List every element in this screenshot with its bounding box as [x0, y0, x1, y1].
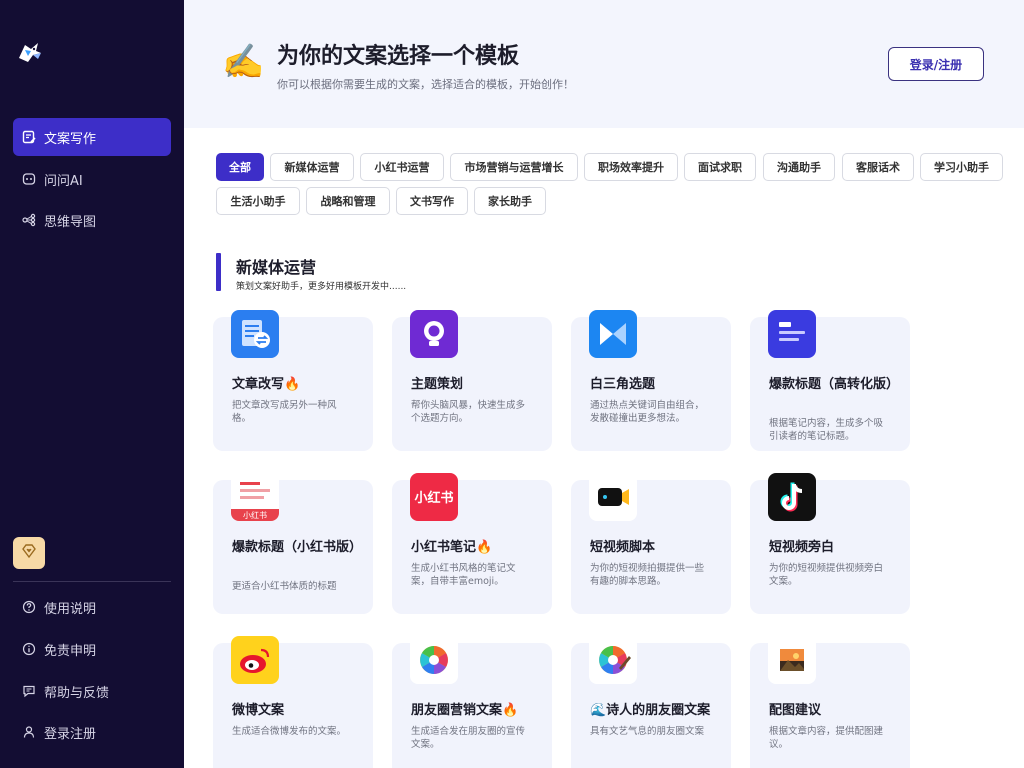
- nav-label: 帮助与反馈: [44, 685, 110, 701]
- card-title: 朋友圈营销文案🔥: [411, 703, 519, 718]
- template-card[interactable]: 朋友圈营销文案🔥 生成适合发在朋友圈的宣传文案。: [392, 636, 552, 768]
- card-description: 根据文章内容，提供配图建议。: [769, 726, 884, 750]
- card-title: 🌊诗人的朋友圈文案: [590, 703, 711, 718]
- feedback-icon: [22, 684, 36, 698]
- filter-chip[interactable]: 小红书运营: [360, 153, 444, 181]
- card-title: 短视频脚本: [590, 540, 656, 555]
- filter-chip[interactable]: 家长助手: [474, 187, 546, 215]
- card-description: 为你的短视频拍摄提供一些有趣的脚本思路。: [590, 563, 705, 587]
- filter-chip[interactable]: 沟通助手: [763, 153, 835, 181]
- xiaohongshu-title-icon: 小红书: [231, 473, 279, 521]
- template-card[interactable]: 微博文案 生成适合微博发布的文案。: [213, 636, 373, 768]
- svg-text:小红书: 小红书: [414, 490, 453, 506]
- moments-icon: [410, 636, 458, 684]
- card-title: 文章改写🔥: [232, 377, 301, 392]
- card-description: 生成适合发在朋友圈的宣传文案。: [411, 726, 526, 750]
- moments-poet-icon: [589, 636, 637, 684]
- card-description: 生成小红书风格的笔记文案，自带丰富emoji。: [411, 563, 516, 587]
- card-description: 通过热点关键词自由组合，发散碰撞出更多想法。: [590, 400, 705, 424]
- nav-label: 文案写作: [44, 131, 97, 147]
- card-title: 配图建议: [769, 703, 822, 718]
- filter-chip[interactable]: 职场效率提升: [584, 153, 678, 181]
- ai-chat-icon: [22, 172, 36, 186]
- card-title: 短视频旁白: [769, 540, 835, 555]
- nav-label: 免责申明: [44, 643, 97, 659]
- weibo-icon: [231, 636, 279, 684]
- nav-item-disclaimer[interactable]: 免责申明: [13, 630, 171, 668]
- vip-button[interactable]: [13, 537, 45, 569]
- template-card[interactable]: 主题策划 帮你头脑风暴，快速生成多个选题方向。: [392, 310, 552, 451]
- filter-chip[interactable]: 学习小助手: [920, 153, 1003, 181]
- template-card[interactable]: 爆款标题（高转化版） 根据笔记内容，生成多个吸引读者的笔记标题。: [750, 310, 910, 451]
- card-description: 把文章改写成另外一种风格。: [232, 400, 337, 424]
- card-title: 爆款标题（高转化版）: [769, 377, 900, 392]
- nav-item-copywriting[interactable]: 文案写作: [13, 118, 171, 156]
- card-description: 具有文艺气息的朋友圈文案: [590, 726, 705, 737]
- template-card[interactable]: 小红书 小红书笔记🔥 生成小红书风格的笔记文案，自带丰富emoji。: [392, 473, 552, 614]
- card-description: 为你的短视频提供视频旁白文案。: [769, 563, 884, 587]
- section-subtitle: 策划文案好助手，更多好用模板开发中......: [236, 282, 407, 292]
- xiaohongshu-logo-icon: 小红书: [410, 473, 458, 521]
- template-card[interactable]: 配图建议 根据文章内容，提供配图建议。: [750, 636, 910, 768]
- card-description: 根据笔记内容，生成多个吸引读者的笔记标题。: [769, 418, 884, 442]
- template-card[interactable]: 小红书 爆款标题（小红书版） 更适合小红书体质的标题: [213, 473, 373, 614]
- filter-chip[interactable]: 面试求职: [684, 153, 756, 181]
- nav-label: 问问AI: [44, 173, 83, 189]
- nav-label: 登录注册: [44, 726, 97, 742]
- tiktok-icon: [768, 473, 816, 521]
- login-register-button[interactable]: 登录/注册: [888, 47, 984, 81]
- page-subtitle: 你可以根据你需要生成的文案，选择适合的模板，开始创作！: [277, 78, 574, 91]
- card-title: 白三角选题: [590, 377, 656, 392]
- info-circle-icon: [22, 642, 36, 656]
- sidebar-divider: [13, 581, 171, 582]
- nav-label: 使用说明: [44, 601, 97, 617]
- article-rewrite-icon: [231, 310, 279, 358]
- template-card[interactable]: 短视频旁白 为你的短视频提供视频旁白文案。: [750, 473, 910, 614]
- lightbulb-icon: [410, 310, 458, 358]
- card-description: 更适合小红书体质的标题: [232, 581, 337, 592]
- card-description: 生成适合微博发布的文案。: [232, 726, 347, 737]
- nav-item-instructions[interactable]: 使用说明: [13, 588, 171, 626]
- writing-hand-icon: ✍️: [222, 42, 265, 82]
- headline-icon: [768, 310, 816, 358]
- mindmap-icon: [22, 213, 36, 227]
- nav-item-mindmap[interactable]: 思维导图: [13, 201, 171, 239]
- svg-text:小红书: 小红书: [243, 510, 267, 520]
- filter-chip-all[interactable]: 全部: [216, 153, 264, 181]
- nav-label: 思维导图: [44, 214, 97, 230]
- section-title: 新媒体运营: [236, 258, 317, 277]
- user-icon: [22, 725, 36, 739]
- page-title: 为你的文案选择一个模板: [277, 44, 520, 69]
- image-icon: [768, 636, 816, 684]
- video-camera-icon: [589, 473, 637, 521]
- help-circle-icon: [22, 600, 36, 614]
- template-card[interactable]: 白三角选题 通过热点关键词自由组合，发散碰撞出更多想法。: [571, 310, 731, 451]
- filter-chip[interactable]: 战略和管理: [306, 187, 390, 215]
- section-accent-bar: [216, 253, 221, 291]
- card-description: 帮你头脑风暴，快速生成多个选题方向。: [411, 400, 526, 424]
- filter-chip[interactable]: 文书写作: [396, 187, 468, 215]
- template-card[interactable]: 🌊诗人的朋友圈文案 具有文艺气息的朋友圈文案: [571, 636, 731, 768]
- page-header: ✍️ 为你的文案选择一个模板 你可以根据你需要生成的文案，选择适合的模板，开始创…: [184, 0, 1024, 128]
- filter-chip[interactable]: 市场营销与运营增长: [450, 153, 578, 181]
- sidebar: 文案写作 问问AI 思维导图 使用说明 免责申明 帮助与反馈 登录注册: [0, 0, 184, 768]
- card-title: 主题策划: [411, 377, 464, 392]
- triangle-icon: [589, 310, 637, 358]
- template-card[interactable]: 短视频脚本 为你的短视频拍摄提供一些有趣的脚本思路。: [571, 473, 731, 614]
- nav-item-login[interactable]: 登录注册: [13, 713, 171, 751]
- document-edit-icon: [22, 130, 36, 144]
- template-card[interactable]: 文章改写🔥 把文章改写成另外一种风格。: [213, 310, 373, 451]
- filter-chip[interactable]: 生活小助手: [216, 187, 300, 215]
- card-title: 爆款标题（小红书版）: [232, 540, 363, 555]
- nav-item-ask-ai[interactable]: 问问AI: [13, 160, 171, 198]
- card-title: 微博文案: [232, 703, 285, 718]
- shark-logo[interactable]: [16, 38, 44, 66]
- card-title: 小红书笔记🔥: [411, 540, 493, 555]
- filter-chip[interactable]: 客服话术: [842, 153, 914, 181]
- filter-chip[interactable]: 新媒体运营: [270, 153, 354, 181]
- diamond-heart-icon: [21, 543, 37, 563]
- nav-item-feedback[interactable]: 帮助与反馈: [13, 672, 171, 710]
